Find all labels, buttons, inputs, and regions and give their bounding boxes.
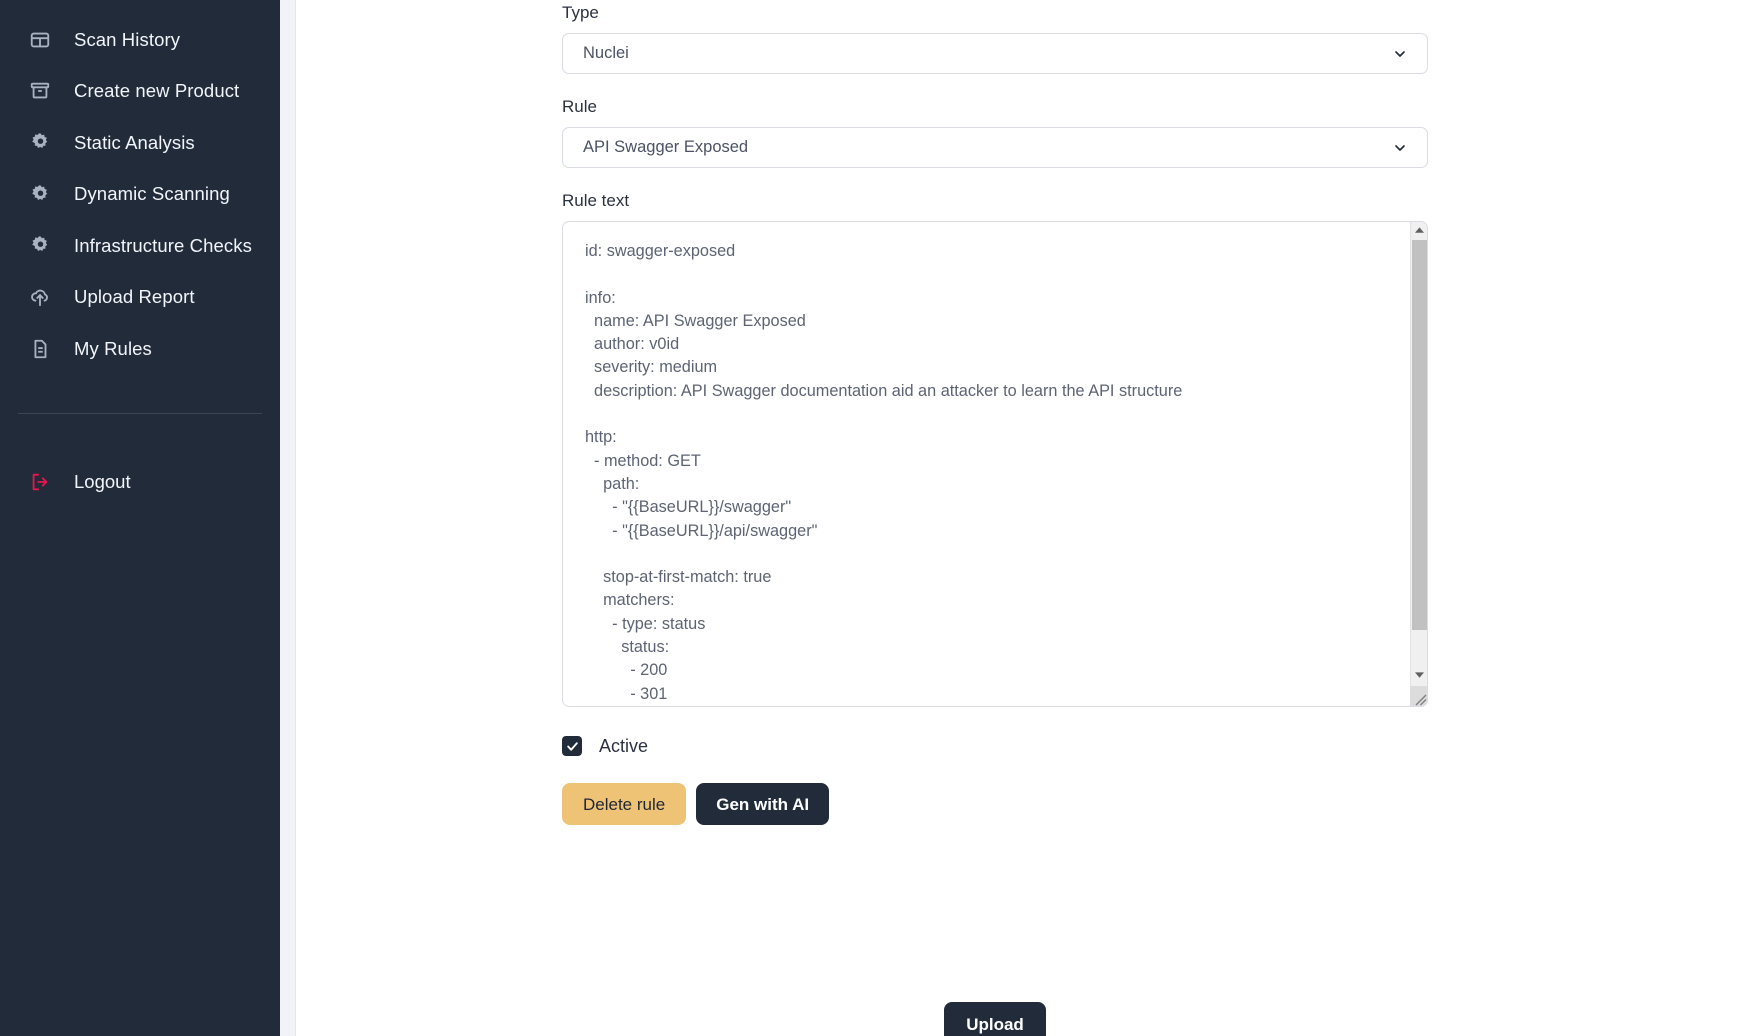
rule-label: Rule: [562, 97, 597, 116]
rule-action-buttons: Delete rule Gen with AI: [562, 783, 1428, 825]
sidebar-item-static-analysis[interactable]: Static Analysis: [0, 117, 280, 169]
sidebar-divider: [18, 412, 262, 414]
rule-text-scrollbar[interactable]: [1410, 222, 1427, 706]
sidebar-item-label: Dynamic Scanning: [74, 183, 230, 204]
cloud-upload-icon: [28, 285, 52, 309]
scrollbar-thumb[interactable]: [1412, 240, 1427, 630]
archive-box-icon: [28, 79, 52, 103]
delete-rule-button[interactable]: Delete rule: [562, 783, 687, 825]
rule-text-container: id: swagger-exposed info: name: API Swag…: [562, 221, 1428, 707]
active-row: Active: [562, 736, 1428, 756]
sidebar-item-label: Create new Product: [74, 80, 240, 101]
table-icon: [28, 28, 52, 52]
active-label: Active: [599, 736, 649, 756]
sidebar-item-label: Static Analysis: [74, 131, 195, 153]
sidebar-item-dynamic-scanning[interactable]: Dynamic Scanning: [0, 169, 280, 221]
layout-gutter: [280, 0, 296, 1036]
gear-icon: [28, 131, 52, 155]
sidebar-item-infrastructure-checks[interactable]: Infrastructure Checks: [0, 220, 280, 272]
chevron-down-icon[interactable]: [1391, 139, 1409, 157]
type-select[interactable]: Nuclei: [562, 33, 1428, 74]
gear-icon: [28, 234, 52, 258]
upload-button-row: Upload: [562, 1002, 1428, 1036]
gen-with-ai-button[interactable]: Gen with AI: [696, 783, 830, 825]
rule-select-value: API Swagger Exposed: [583, 138, 749, 157]
gear-icon: [28, 182, 52, 206]
sidebar-item-label: Upload Report: [74, 286, 195, 307]
sidebar-item-label: Scan History: [74, 28, 181, 50]
resize-handle-icon[interactable]: [1410, 686, 1427, 706]
upload-button[interactable]: Upload: [944, 1002, 1046, 1036]
sidebar-item-upload-report[interactable]: Upload Report: [0, 272, 280, 324]
sidebar-item-create-new-product[interactable]: Create new Product: [0, 66, 280, 118]
sidebar-item-scan-history[interactable]: Scan History: [0, 14, 280, 66]
app-root: Scan History Create new Product Static A…: [0, 0, 1764, 1036]
chevron-down-icon[interactable]: [1391, 45, 1409, 63]
rule-text-label: Rule text: [562, 191, 630, 210]
rule-form: Type Nuclei Rule API Swagger Exposed Rul…: [562, 0, 1428, 1036]
sidebar-item-my-rules[interactable]: My Rules: [0, 323, 280, 375]
main-content: Type Nuclei Rule API Swagger Exposed Rul…: [296, 0, 1764, 1036]
sidebar-item-label: Logout: [74, 471, 131, 493]
active-checkbox[interactable]: [562, 736, 582, 756]
sidebar-item-label: Infrastructure Checks: [74, 234, 252, 256]
type-label: Type: [562, 3, 599, 22]
type-select-value: Nuclei: [583, 44, 629, 63]
checkmark-icon: [566, 741, 578, 751]
rule-select[interactable]: API Swagger Exposed: [562, 127, 1428, 168]
logout-icon: [28, 470, 52, 494]
sidebar-item-label: My Rules: [74, 337, 152, 359]
sidebar: Scan History Create new Product Static A…: [0, 0, 280, 1036]
rule-text-textarea[interactable]: id: swagger-exposed info: name: API Swag…: [563, 222, 1393, 706]
caret-up-icon[interactable]: [1411, 222, 1427, 239]
caret-down-icon[interactable]: [1411, 667, 1427, 684]
sidebar-item-logout[interactable]: Logout: [0, 457, 280, 509]
document-icon: [28, 337, 52, 361]
